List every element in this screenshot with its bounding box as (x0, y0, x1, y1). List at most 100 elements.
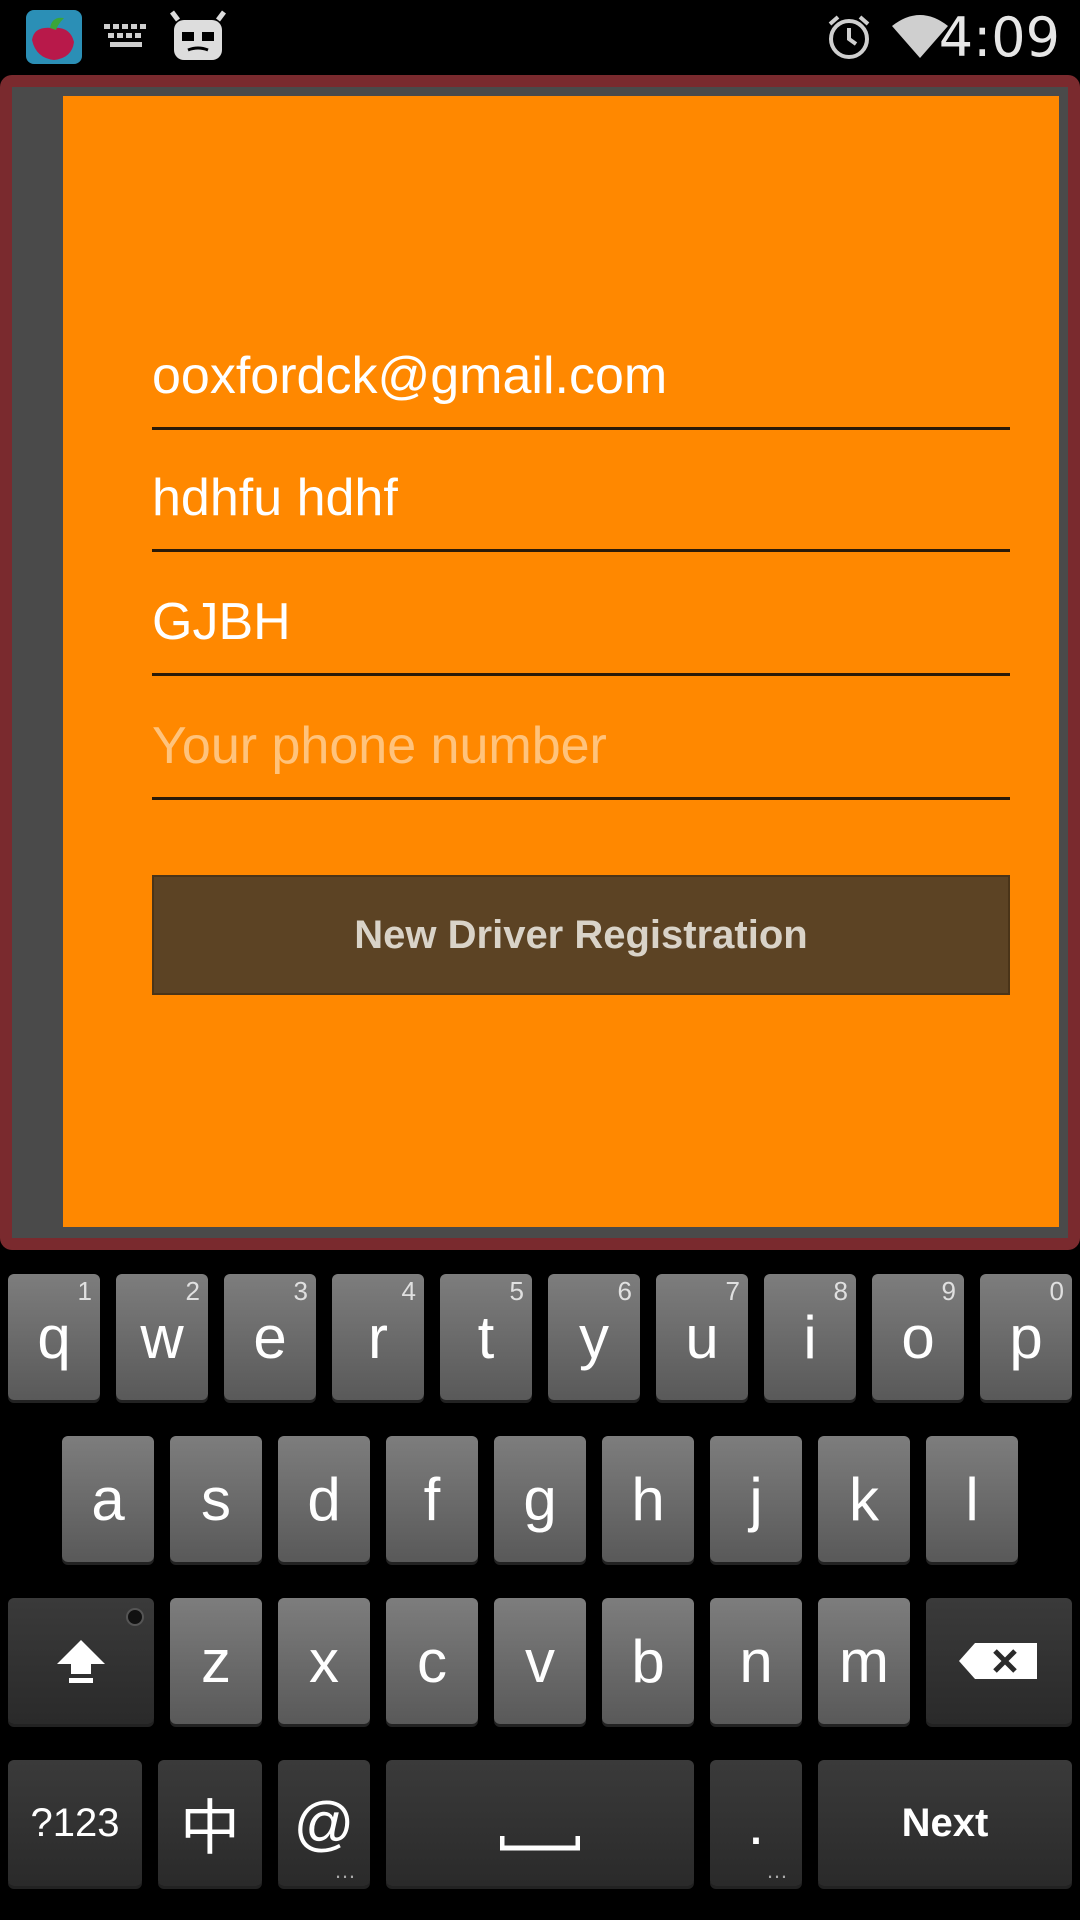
key-label: c (417, 1627, 447, 1695)
key-label: w (140, 1303, 184, 1371)
code-underline (152, 673, 1010, 676)
key-k[interactable]: k (818, 1436, 910, 1562)
key-n[interactable]: n (710, 1598, 802, 1724)
key-o[interactable]: o9 (872, 1274, 964, 1400)
android-debug-icon (170, 10, 226, 62)
key-r[interactable]: r4 (332, 1274, 424, 1400)
key-h[interactable]: h (602, 1436, 694, 1562)
status-bar: 4:09 (0, 0, 1080, 75)
key-label: Next (901, 1800, 989, 1845)
key-label: i (803, 1303, 817, 1371)
key-label: f (423, 1465, 441, 1533)
key-w[interactable]: w2 (116, 1274, 208, 1400)
code-field[interactable]: GJBH (152, 556, 1010, 676)
code-value: GJBH (152, 593, 291, 651)
key-x[interactable]: x (278, 1598, 370, 1724)
key-label: y (579, 1303, 609, 1371)
period-key[interactable]: .… (710, 1760, 802, 1886)
key-e[interactable]: e3 (224, 1274, 316, 1400)
email-value: ooxfordck@gmail.com (152, 347, 668, 405)
key-hint: 0 (1049, 1276, 1064, 1306)
name-value: hdhfu hdhf (152, 469, 398, 527)
key-label: e (253, 1303, 287, 1371)
shift-icon (53, 1636, 109, 1686)
key-label: s (201, 1465, 231, 1533)
key-label: t (477, 1303, 495, 1371)
name-field[interactable]: hdhfu hdhf (152, 432, 1010, 552)
key-f[interactable]: f (386, 1436, 478, 1562)
key-label: b (631, 1627, 665, 1695)
space-key[interactable] (386, 1760, 694, 1886)
key-label: m (839, 1627, 889, 1695)
key-label: j (749, 1465, 763, 1533)
name-underline (152, 549, 1010, 552)
shift-key[interactable] (8, 1598, 154, 1724)
key-a[interactable]: a (62, 1436, 154, 1562)
next-key[interactable]: Next (818, 1760, 1072, 1886)
key-s[interactable]: s (170, 1436, 262, 1562)
key-label: r (368, 1303, 388, 1371)
key-c[interactable]: c (386, 1598, 478, 1724)
key-label: l (965, 1465, 979, 1533)
key-label: x (309, 1627, 339, 1695)
key-i[interactable]: i8 (764, 1274, 856, 1400)
key-label: . (747, 1789, 765, 1857)
key-label: a (91, 1465, 125, 1533)
key-label: d (307, 1465, 341, 1533)
key-hint: 4 (401, 1276, 416, 1306)
key-hint: 2 (185, 1276, 200, 1306)
key-label: g (523, 1465, 557, 1533)
phone-underline (152, 797, 1010, 800)
key-label: q (37, 1303, 71, 1371)
new-driver-registration-button[interactable]: New Driver Registration (152, 875, 1010, 995)
more-dots-icon: … (334, 1858, 358, 1883)
keyboard-icon (104, 22, 148, 52)
at-key[interactable]: @… (278, 1760, 370, 1886)
key-q[interactable]: q1 (8, 1274, 100, 1400)
key-p[interactable]: p0 (980, 1274, 1072, 1400)
key-hint: 9 (941, 1276, 956, 1306)
key-j[interactable]: j (710, 1436, 802, 1562)
key-l[interactable]: l (926, 1436, 1018, 1562)
language-key[interactable]: 中 (158, 1760, 262, 1886)
key-g[interactable]: g (494, 1436, 586, 1562)
key-d[interactable]: d (278, 1436, 370, 1562)
backspace-key[interactable] (926, 1598, 1072, 1724)
key-z[interactable]: z (170, 1598, 262, 1724)
key-u[interactable]: u7 (656, 1274, 748, 1400)
key-y[interactable]: y6 (548, 1274, 640, 1400)
symbols-key[interactable]: ?123 (8, 1760, 142, 1886)
phone-field[interactable]: Your phone number (152, 680, 1010, 800)
key-hint: 5 (509, 1276, 524, 1306)
key-hint: 6 (617, 1276, 632, 1306)
shift-indicator-icon (126, 1608, 144, 1626)
key-m[interactable]: m (818, 1598, 910, 1724)
key-v[interactable]: v (494, 1598, 586, 1724)
phone-placeholder: Your phone number (152, 717, 607, 775)
key-label: @ (293, 1789, 355, 1857)
key-hint: 8 (833, 1276, 848, 1306)
key-label: 中 (180, 1793, 240, 1864)
email-underline (152, 427, 1010, 430)
key-hint: 3 (293, 1276, 308, 1306)
status-time: 4:09 (938, 6, 1060, 69)
more-dots-icon: … (766, 1858, 790, 1883)
key-hint: 1 (77, 1276, 92, 1306)
key-label: v (525, 1627, 555, 1695)
key-label: o (901, 1303, 935, 1371)
key-label: z (201, 1627, 231, 1695)
app-icon (26, 10, 82, 64)
key-label: u (685, 1303, 719, 1371)
key-label: ?123 (30, 1800, 120, 1845)
key-label: p (1009, 1303, 1043, 1371)
email-field[interactable]: ooxfordck@gmail.com (152, 310, 1010, 430)
backspace-icon (957, 1641, 1041, 1681)
key-hint: 7 (725, 1276, 740, 1306)
key-b[interactable]: b (602, 1598, 694, 1724)
key-label: h (631, 1465, 665, 1533)
space-icon (500, 1834, 580, 1852)
key-t[interactable]: t5 (440, 1274, 532, 1400)
alarm-icon (824, 12, 874, 62)
key-label: k (849, 1465, 879, 1533)
key-label: n (739, 1627, 773, 1695)
